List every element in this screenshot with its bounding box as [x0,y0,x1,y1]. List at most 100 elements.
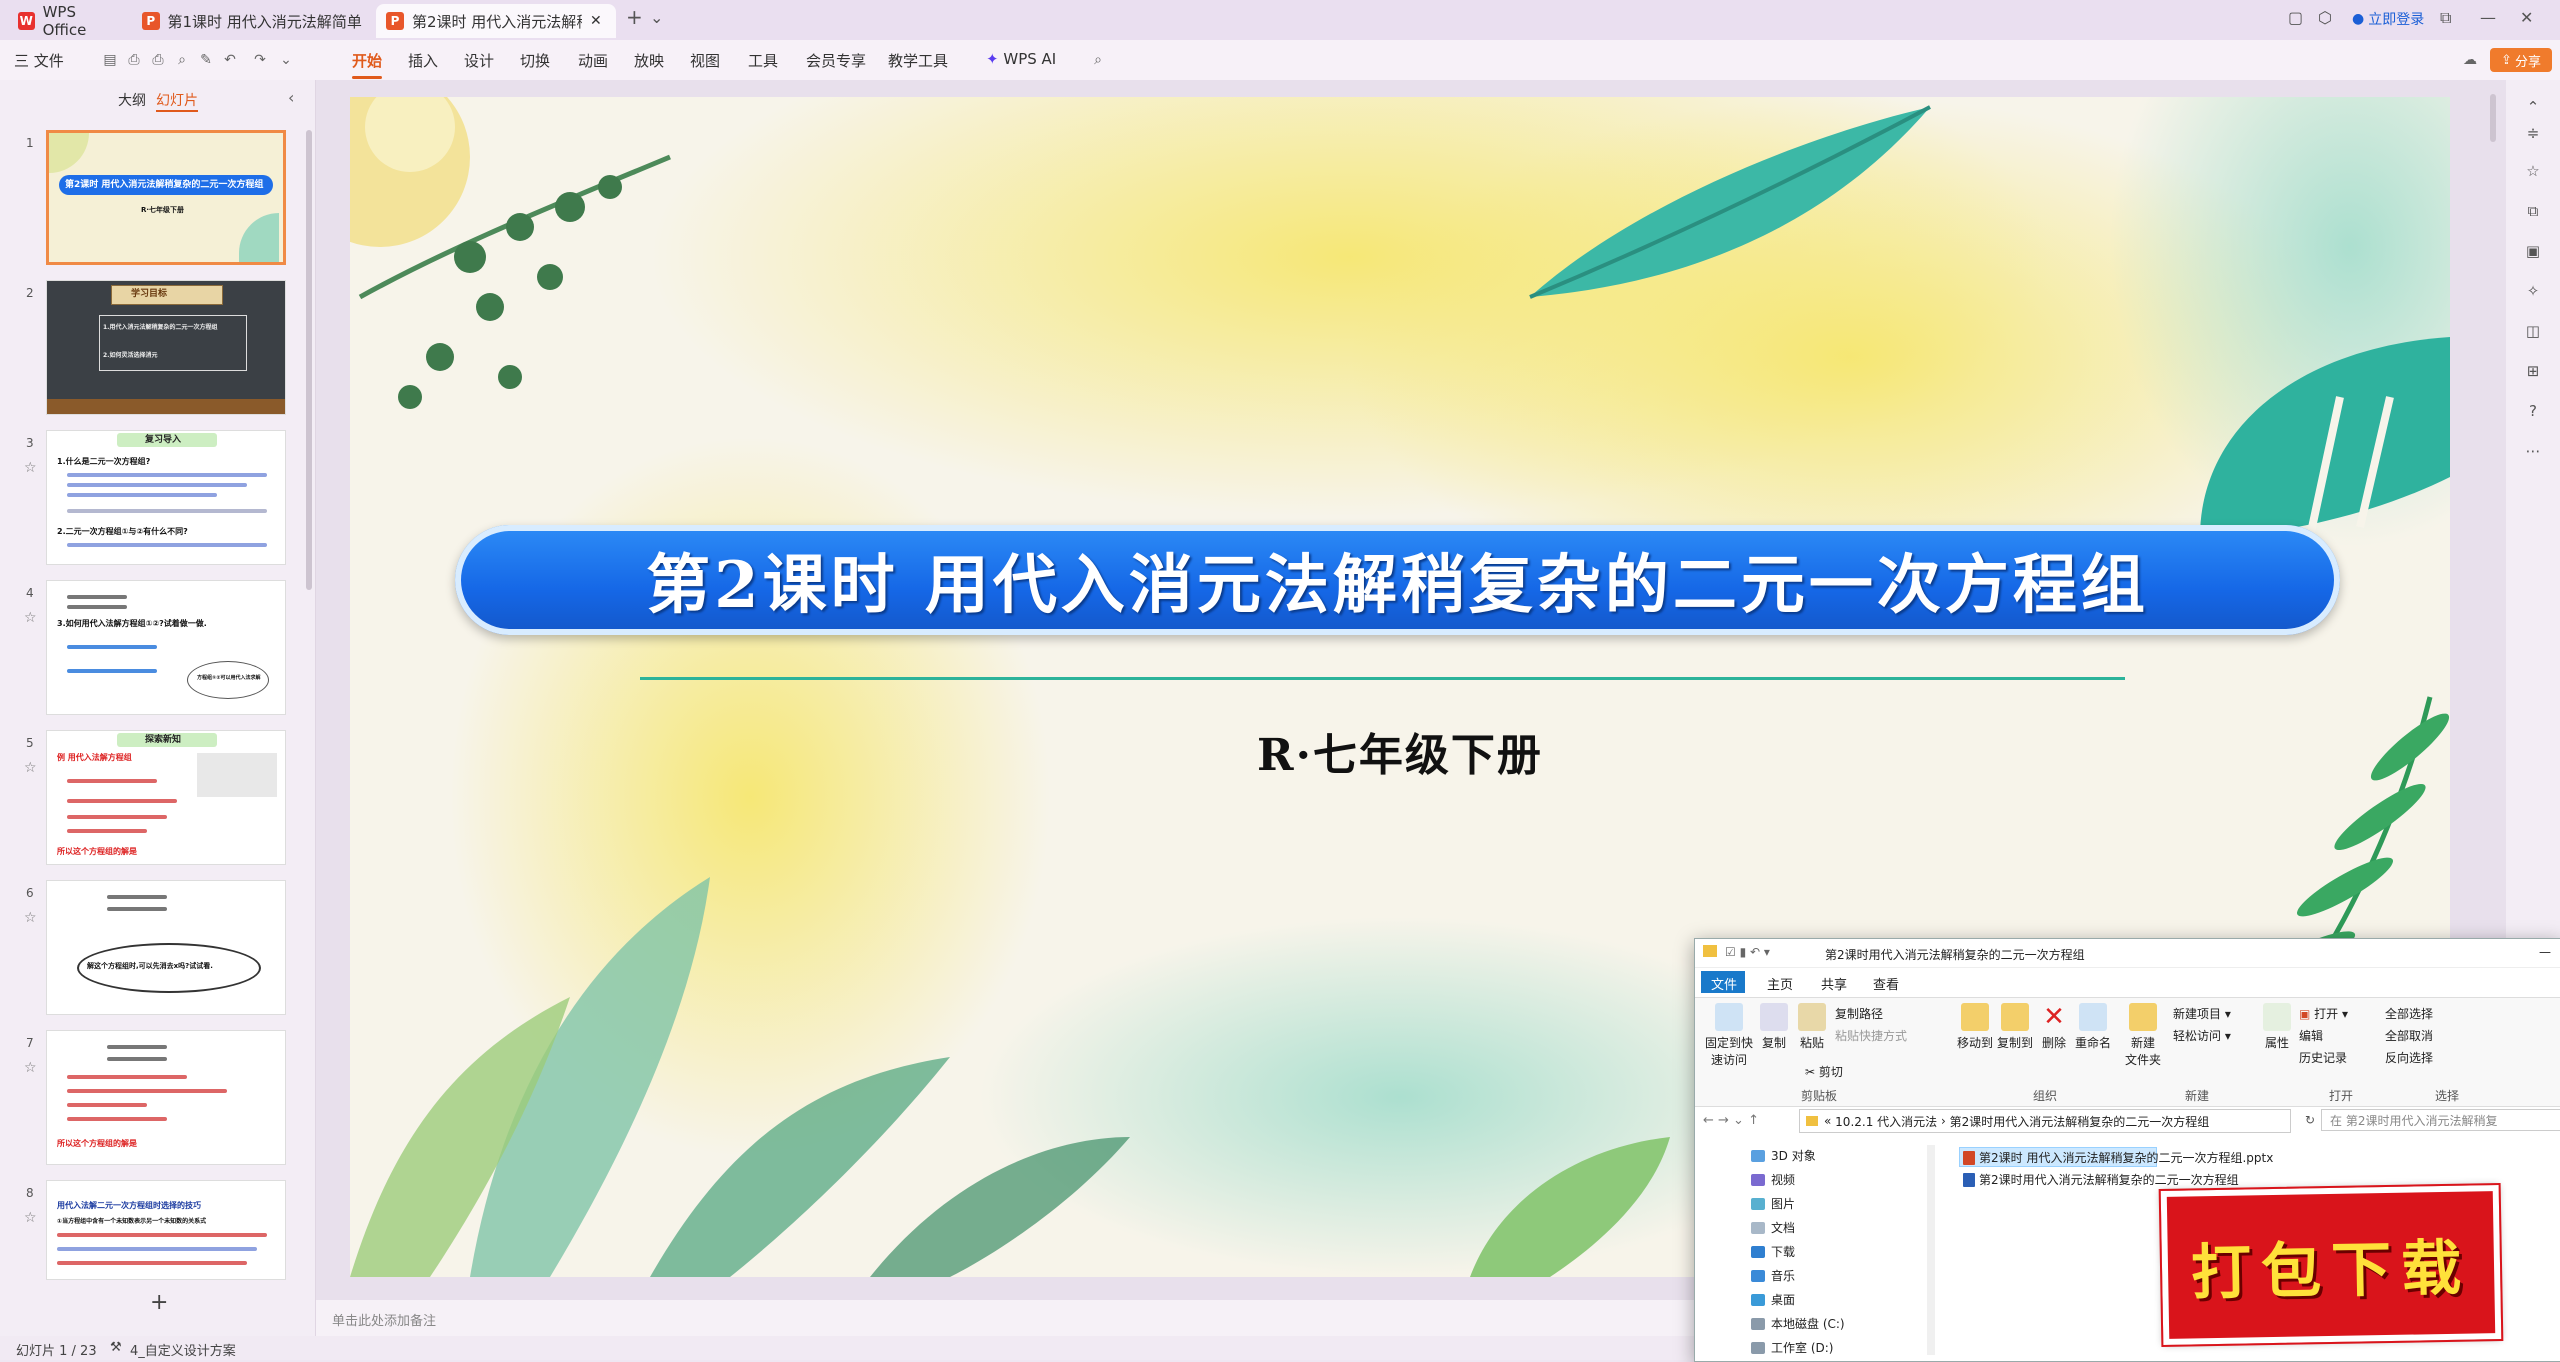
history-button[interactable]: 历史记录 [2299,1049,2347,1066]
book-icon[interactable]: ◫ [2524,322,2542,340]
nav-downloads[interactable]: 下载 [1751,1243,1795,1260]
nav-scrollbar[interactable] [1927,1145,1935,1355]
tab-outline[interactable]: 大纲 [118,90,146,110]
new-folder-button[interactable]: 新建 文件夹 [2121,1003,2165,1068]
cube-icon[interactable]: ⬡ [2318,8,2332,27]
restore-icon[interactable]: ⧉ [2440,8,2451,28]
minimize-icon[interactable]: — [2480,8,2496,27]
star-icon[interactable]: ☆ [24,1060,37,1076]
nav-buttons[interactable]: ← → ⌄ ↑ [1703,1113,1759,1128]
login-button[interactable]: ● 立即登录 [2352,9,2424,29]
export-icon[interactable]: ⎙ [126,52,142,68]
nav-desktop[interactable]: 桌面 [1751,1291,1795,1308]
ribbon-tab-tools[interactable]: 工具 [748,50,778,71]
search-box[interactable]: 在 第2课时用代入消元法解稍复 [2321,1109,2560,1131]
star-icon[interactable]: ☆ [24,460,37,476]
ribbon-tab-member[interactable]: 会员专享 [806,50,866,71]
slide-thumb-1[interactable]: 第2课时 用代入消元法解稍复杂的二元一次方程组 R·七年级下册 [46,130,286,265]
address-part[interactable]: 10.2.1 代入消元法 [1835,1113,1937,1130]
magic-icon[interactable]: ✧ [2524,282,2542,300]
notes-pane[interactable]: 单击此处添加备注 [316,1300,1696,1336]
more-dots-icon[interactable]: ⋯ [2524,442,2542,460]
nav-documents[interactable]: 文档 [1751,1219,1795,1236]
quick-access-icons[interactable]: ☑ ▮ ↶ ▾ [1725,945,1770,959]
download-package-stamp[interactable]: 打包下载 [2158,1182,2504,1348]
new-tab-icon[interactable]: + [626,5,643,29]
ribbon-tab-home[interactable]: 开始 [352,50,383,79]
copy-to-button[interactable]: 复制到 [1997,1003,2033,1051]
redo-icon[interactable]: ↷ [252,52,268,68]
refresh-icon[interactable]: ↻ [2305,1113,2315,1127]
tab-lesson-1[interactable]: P 第1课时 用代入消元法解简单的二元· [132,4,372,38]
image-edit-icon[interactable]: ▣ [2524,242,2542,260]
tab-wps-office[interactable]: W WPS Office [8,3,128,39]
file-row-pptx[interactable]: 第2课时 用代入消元法解稍复杂的二元一次方程组.pptx [1963,1149,2273,1166]
edit-button[interactable]: 编辑 [2299,1027,2323,1044]
chevron-down-icon[interactable]: ⌄ [650,8,663,27]
format-painter-icon[interactable]: ✎ [198,52,214,68]
slide-subtitle[interactable]: R·七年级下册 [350,719,2450,783]
explorer-tab-share[interactable]: 共享 [1821,974,1847,993]
ribbon-tab-insert[interactable]: 插入 [408,50,438,71]
select-none-button[interactable]: 全部取消 [2385,1027,2433,1044]
properties-button[interactable]: 属性 [2261,1003,2293,1051]
save-icon[interactable]: ▤ [102,52,118,68]
explorer-tab-file[interactable]: 文件 [1711,974,1737,993]
window-close-icon[interactable]: ✕ [2520,8,2533,27]
ribbon-tab-slideshow[interactable]: 放映 [634,50,664,71]
cut-button[interactable]: ✂ 剪切 [1805,1063,1843,1080]
slide-thumb-2[interactable]: 学习目标 1.用代入消元法解稍复杂的二元一次方程组 2.如何灵活选择消元 [46,280,286,415]
ribbon-tab-teaching[interactable]: 教学工具 [888,50,948,71]
copy-layer-icon[interactable]: ⧉ [2524,202,2542,220]
tab-slides[interactable]: 幻灯片 [156,90,198,112]
star-icon[interactable]: ☆ [24,760,37,776]
delete-button[interactable]: ✕ 删除 [2039,1003,2069,1051]
slide-thumb-8[interactable]: 用代入法解二元一次方程组时选择的技巧 ①当方程组中含有一个未知数表示另一个未知数… [46,1180,286,1280]
file-row-2[interactable]: 第2课时用代入消元法解稍复杂的二元一次方程组 [1963,1171,2239,1188]
panel-scrollbar[interactable] [306,130,312,590]
ribbon-tab-view[interactable]: 视图 [690,50,720,71]
select-all-button[interactable]: 全部选择 [2385,1005,2433,1022]
slide-thumb-7[interactable]: 所以这个方程组的解是 [46,1030,286,1165]
window-layout-icon[interactable]: ▢ [2288,8,2303,27]
cloud-icon[interactable]: ☁ [2462,52,2478,68]
address-part[interactable]: 第2课时用代入消元法解稍复杂的二元一次方程组 [1950,1113,2210,1130]
nav-3d-objects[interactable]: 3D 对象 [1751,1147,1816,1164]
search-icon[interactable]: ⌕ [1090,52,1106,68]
file-menu[interactable]: 三 文件 [14,50,64,71]
easy-access-button[interactable]: 轻松访问 ▾ [2173,1027,2231,1044]
pin-quick-access-button[interactable]: 固定到快 速访问 [1703,1003,1755,1068]
explorer-tab-home[interactable]: 主页 [1767,974,1793,993]
adjust-icon[interactable]: ≑ [2524,124,2542,142]
chevron-up-icon[interactable]: ⌃ [2524,98,2542,116]
star-icon[interactable]: ☆ [24,910,37,926]
add-slide-button[interactable]: + [150,1290,168,1315]
slide-scrollbar[interactable] [2490,94,2496,142]
rename-button[interactable]: 重命名 [2073,1003,2113,1051]
nav-drive-c[interactable]: 本地磁盘 (C:) [1751,1315,1845,1332]
nav-pictures[interactable]: 图片 [1751,1195,1795,1212]
ribbon-tab-animation[interactable]: 动画 [578,50,608,71]
paste-shortcut-button[interactable]: 粘贴快捷方式 [1835,1027,1907,1044]
help-icon[interactable]: ? [2524,402,2542,420]
preview-icon[interactable]: ⌕ [174,52,190,68]
slide-title-banner[interactable]: 第2课时 用代入消元法解稍复杂的二元一次方程组 [455,525,2340,635]
share-button[interactable]: ⇪ 分享 [2490,48,2552,72]
ribbon-tab-transition[interactable]: 切换 [520,50,550,71]
invert-selection-button[interactable]: 反向选择 [2385,1049,2433,1066]
nav-music[interactable]: 音乐 [1751,1267,1795,1284]
more-icon[interactable]: ⌄ [278,52,294,68]
move-to-button[interactable]: 移动到 [1957,1003,1993,1051]
print-icon[interactable]: ⎙ [150,52,166,68]
star-icon[interactable]: ☆ [24,1210,37,1226]
open-button[interactable]: ▣ 打开 ▾ [2299,1005,2348,1022]
nav-drive-d[interactable]: 工作室 (D:) [1751,1339,1833,1356]
paste-button[interactable]: 粘贴 [1795,1003,1829,1051]
copy-button[interactable]: 复制 [1757,1003,1791,1051]
close-icon[interactable]: ✕ [590,13,602,29]
ribbon-tab-wps-ai[interactable]: ✦ WPS AI [986,50,1056,68]
collapse-panel-icon[interactable]: ‹ [288,88,294,107]
copy-path-button[interactable]: 复制路径 [1835,1005,1883,1022]
share-link-icon[interactable]: ⊞ [2524,362,2542,380]
new-item-button[interactable]: 新建项目 ▾ [2173,1005,2231,1022]
